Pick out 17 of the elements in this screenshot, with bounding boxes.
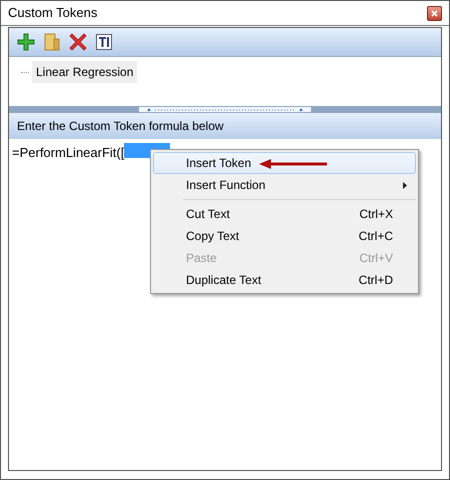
window-title: Custom Tokens <box>8 4 98 22</box>
tree-item[interactable]: Linear Regression <box>32 61 138 83</box>
submenu-arrow-icon <box>403 182 407 188</box>
plus-icon[interactable] <box>17 33 35 51</box>
splitter[interactable] <box>9 106 441 113</box>
folder-icon[interactable] <box>44 33 60 51</box>
close-icon <box>431 10 438 16</box>
formula-header: Enter the Custom Token formula below <box>17 118 224 135</box>
menu-item[interactable]: Cut Text Ctrl+X <box>153 203 416 225</box>
menu-item[interactable]: Copy Text Ctrl+C <box>153 225 416 247</box>
menu-item[interactable]: Insert Function <box>153 174 416 196</box>
splitter-handle-icon[interactable] <box>139 107 311 112</box>
close-button[interactable] <box>427 6 442 20</box>
menu-item[interactable]: Insert Token <box>153 152 416 174</box>
menu-item[interactable]: Duplicate Text Ctrl+D <box>153 269 416 291</box>
delete-icon[interactable] <box>69 33 87 51</box>
text-format-icon[interactable] <box>96 34 112 50</box>
